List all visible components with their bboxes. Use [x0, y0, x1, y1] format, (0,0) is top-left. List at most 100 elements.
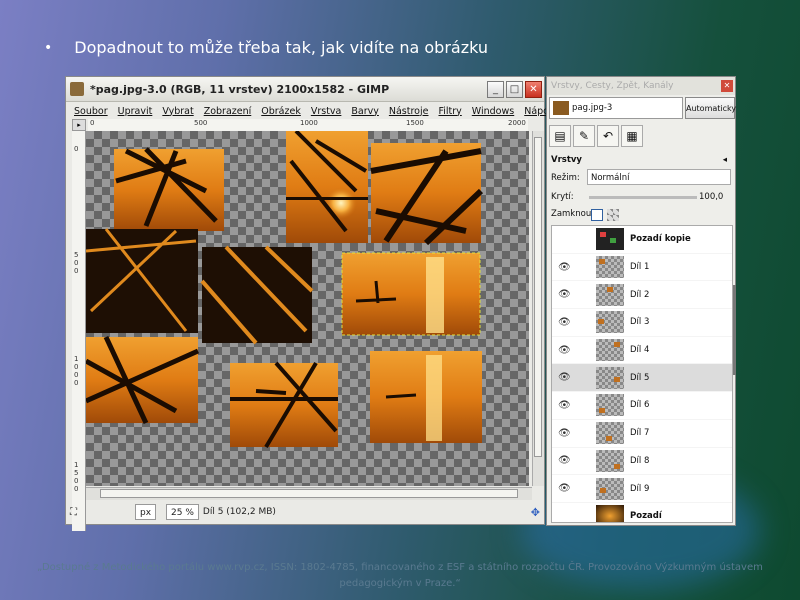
ruler-v-label: 1000 — [74, 355, 79, 387]
menu-item-barvy[interactable]: Barvy — [351, 106, 379, 117]
menu-item-zobrazeni[interactable]: Zobrazení — [204, 106, 252, 117]
menu-item-upravit[interactable]: Upravit — [118, 106, 153, 117]
layer-thumbnail — [596, 256, 624, 279]
layer-thumbnail — [596, 394, 624, 417]
layer-thumbnail — [596, 505, 624, 522]
layer-row[interactable]: Pozadí kopie — [552, 226, 732, 254]
horizontal-scroll-thumb[interactable] — [100, 489, 518, 498]
panel-title: Vrstvy — [551, 155, 582, 165]
eye-icon[interactable]: 👁 — [558, 289, 576, 300]
opacity-slider[interactable] — [589, 196, 697, 199]
eye-icon[interactable]: 👁 — [558, 317, 576, 328]
paths-tab-icon[interactable]: ✎ — [573, 125, 595, 147]
puzzle-piece-3 — [370, 143, 484, 246]
layer-thumbnail — [596, 339, 624, 362]
layer-row[interactable]: 👁 Díl 8 — [552, 448, 732, 476]
eye-icon[interactable]: 👁 — [558, 262, 576, 273]
layer-row[interactable]: Pozadí — [552, 503, 732, 522]
eye-icon[interactable]: 👁 — [558, 400, 576, 411]
puzzle-piece-2 — [286, 131, 368, 243]
layer-row[interactable]: 👁 Díl 3 — [552, 309, 732, 337]
puzzle-piece-selected — [341, 252, 481, 336]
ruler-corner-icon[interactable]: ▸ — [72, 119, 86, 131]
puzzle-piece-4 — [86, 228, 198, 333]
lock-pixels-checkbox[interactable] — [591, 209, 603, 221]
layer-thumbnail — [596, 477, 624, 500]
eye-icon[interactable]: 👁 — [558, 372, 576, 383]
ruler-h-label: 1000 — [300, 119, 318, 127]
eye-icon[interactable]: 👁 — [558, 483, 576, 494]
layer-row[interactable]: 👁 Díl 4 — [552, 337, 732, 365]
slide-footer: „Dostupné z Metodického portálu www.rvp.… — [37, 562, 763, 589]
window-titlebar[interactable]: *pag.jpg-3.0 (RGB, 11 vrstev) 2100x1582 … — [66, 77, 544, 102]
layer-row[interactable]: 👁 Díl 1 — [552, 254, 732, 282]
dock-close-icon[interactable]: ✕ — [721, 80, 733, 92]
dock-scrollbar[interactable] — [733, 285, 736, 375]
menu-item-vybrat[interactable]: Vybrat — [162, 106, 193, 117]
slide-bullet-row: • Dopadnout to může třeba tak, jak vidít… — [44, 38, 488, 57]
menu-item-filtry[interactable]: Filtry — [438, 106, 461, 117]
puzzle-piece-5 — [200, 245, 314, 345]
menu-item-obrazek[interactable]: Obrázek — [261, 106, 301, 117]
ruler-h-label: 2000 — [508, 119, 526, 127]
layer-name: Díl 5 — [630, 372, 650, 383]
menubar: Soubor Upravit Vybrat Zobrazení Obrázek … — [66, 102, 572, 120]
mode-select[interactable]: Normální — [587, 169, 731, 185]
dock-tabs: ▤ ✎ ↶ ▦ — [549, 125, 643, 147]
vertical-ruler[interactable]: 0 500 1000 1500 — [72, 131, 86, 531]
vertical-scroll-thumb[interactable] — [534, 137, 542, 457]
layer-thumbnail — [596, 311, 624, 334]
layer-row[interactable]: 👁 Díl 2 — [552, 281, 732, 310]
gimp-app-icon — [70, 82, 84, 96]
quick-mask-icon[interactable]: ⛶ — [70, 507, 77, 518]
puzzle-piece-6 — [86, 335, 200, 425]
lock-alpha-icon[interactable] — [607, 209, 619, 221]
status-info: Díl 5 (102,2 MB) — [202, 507, 276, 517]
image-selector[interactable]: pag.jpg-3 — [549, 97, 683, 119]
horizontal-scrollbar[interactable] — [86, 487, 532, 500]
bullet-icon: • — [44, 39, 53, 56]
layer-row-selected[interactable]: 👁 Díl 5 — [552, 364, 732, 393]
ruler-v-label: 0 — [74, 145, 79, 153]
layers-dock: Vrstvy, Cesty, Zpět, Kanály ✕ pag.jpg-3 … — [546, 76, 736, 526]
window-title: *pag.jpg-3.0 (RGB, 11 vrstev) 2100x1582 … — [90, 82, 390, 96]
vertical-scrollbar[interactable] — [532, 131, 544, 486]
statusbar: ⛶ px 25 % Díl 5 (102,2 MB) ✥ — [66, 501, 544, 523]
opacity-value[interactable]: 100,0 — [699, 192, 723, 202]
ruler-h-label: 500 — [194, 119, 208, 127]
layer-thumbnail — [596, 283, 624, 306]
menu-item-windows[interactable]: Windows — [472, 106, 514, 117]
layer-name: Díl 6 — [630, 400, 650, 411]
layer-row[interactable]: 👁 Díl 9 — [552, 475, 732, 503]
puzzle-image — [86, 131, 484, 449]
dock-titlebar[interactable]: Vrstvy, Cesty, Zpět, Kanály ✕ — [547, 77, 735, 95]
layer-thumbnail — [596, 449, 624, 472]
undo-tab-icon[interactable]: ↶ — [597, 125, 619, 147]
image-canvas[interactable] — [86, 131, 529, 486]
menu-item-vrstva[interactable]: Vrstva — [311, 106, 342, 117]
minimize-button[interactable]: _ — [487, 80, 504, 98]
eye-icon[interactable]: 👁 — [558, 455, 576, 466]
layer-name: Díl 2 — [630, 289, 650, 300]
maximize-button[interactable]: □ — [506, 80, 523, 98]
image-name: pag.jpg-3 — [572, 103, 613, 113]
eye-icon[interactable]: 👁 — [558, 345, 576, 356]
menu-item-nastroje[interactable]: Nástroje — [389, 106, 429, 117]
menu-item-soubor[interactable]: Soubor — [74, 106, 108, 117]
automatic-button[interactable]: Automaticky — [685, 97, 736, 119]
puzzle-piece-8 — [370, 351, 482, 443]
eye-icon[interactable]: 👁 — [558, 428, 576, 439]
panel-menu-icon[interactable]: ◂ — [723, 155, 727, 165]
navigate-icon[interactable]: ✥ — [531, 506, 540, 519]
layer-row[interactable]: 👁 Díl 6 — [552, 392, 732, 420]
layer-row[interactable]: 👁 Díl 7 — [552, 420, 732, 448]
close-button[interactable]: ✕ — [525, 80, 542, 98]
unit-select[interactable]: px — [135, 504, 157, 520]
layer-name: Pozadí kopie — [630, 234, 691, 245]
layer-thumbnail — [596, 422, 624, 445]
layer-name: Díl 9 — [630, 483, 650, 494]
layers-tab-icon[interactable]: ▤ — [549, 125, 571, 147]
channels-tab-icon[interactable]: ▦ — [621, 125, 643, 147]
zoom-select[interactable]: 25 % — [166, 504, 199, 520]
ruler-v-label: 500 — [74, 251, 79, 275]
